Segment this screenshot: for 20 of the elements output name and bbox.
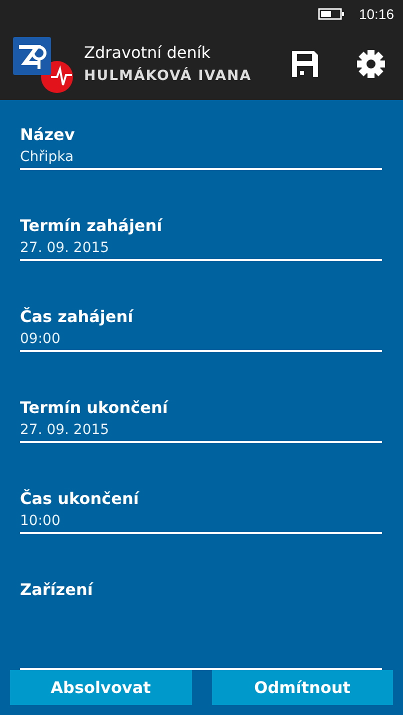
action-button[interactable]: Absolvovat [10,670,192,705]
field-label: Čas ukončení [20,488,140,510]
field-value[interactable]: Chřipka [20,146,382,168]
field-label: Čas zahájení [20,306,135,328]
battery-icon [318,8,345,20]
action-button[interactable]: Odmítnout [212,670,393,705]
field-label: Termín zahájení [20,215,164,237]
user-name: HULMÁKOVÁ IVANA [84,68,253,84]
clock: 10:16 [358,6,394,22]
field-value[interactable]: 10:00 [20,510,382,532]
app-logo-icon [11,34,74,93]
field-value[interactable]: 27. 09. 2015 [20,419,382,441]
field-label: Název [20,124,76,146]
field-label: Zařízení [20,579,94,601]
field-value[interactable]: 27. 09. 2015 [20,237,382,259]
app-title: Zdravotní deník [84,43,212,62]
field-label: Termín ukončení [20,397,170,419]
field-value[interactable]: 09:00 [20,328,382,350]
save-icon[interactable] [291,50,319,78]
settings-icon[interactable] [357,50,385,78]
